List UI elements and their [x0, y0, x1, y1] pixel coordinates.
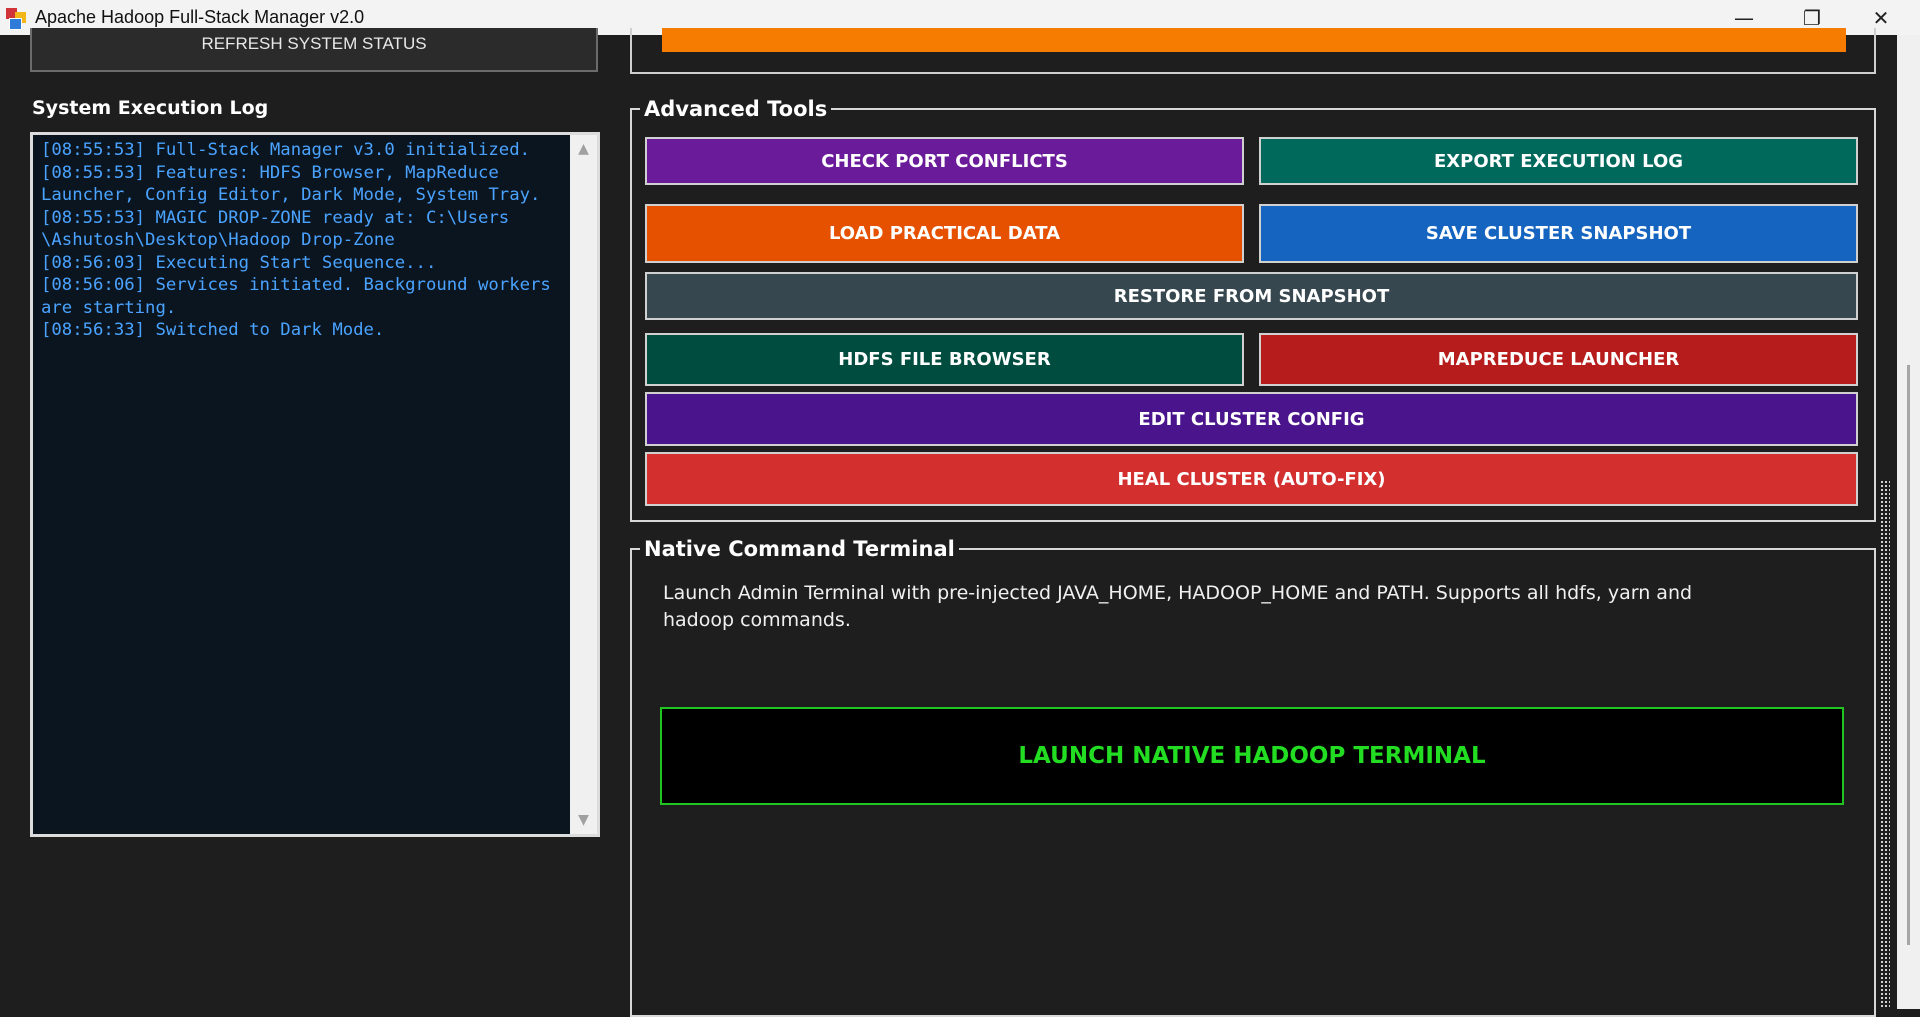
main-scrollbar[interactable] [1897, 35, 1920, 1009]
minimize-icon: — [1734, 5, 1754, 30]
log-line: \Ashutosh\Desktop\Hadoop Drop-Zone [41, 230, 395, 250]
log-heading: System Execution Log [32, 97, 269, 119]
native-command-terminal-title: Native Command Terminal [644, 537, 955, 561]
log-line: [08:56:03] Executing Start Sequence... [41, 252, 437, 273]
app-icon [6, 8, 26, 30]
restore-icon: ❐ [1803, 5, 1821, 30]
scroll-down-icon[interactable]: ▼ [570, 812, 597, 828]
orange-action-button[interactable] [662, 28, 1846, 52]
top-panel [630, 28, 1876, 74]
log-line: [08:56:33] Switched to Dark Mode. [41, 320, 385, 340]
mapreduce-launcher-button[interactable]: MAPREDUCE LAUNCHER [1259, 333, 1858, 386]
log-line: are starting. [41, 297, 177, 318]
launch-native-hadoop-terminal-button[interactable]: LAUNCH NATIVE HADOOP TERMINAL [660, 707, 1844, 805]
terminal-description: Launch Admin Terminal with pre-injected … [663, 582, 1693, 631]
log-line: [08:55:53] Features: HDFS Browser, MapRe… [41, 162, 499, 183]
main-scrollbar-thumb[interactable] [1907, 365, 1910, 945]
resize-grip[interactable] [1880, 480, 1890, 1009]
load-practical-data-button[interactable]: LOAD PRACTICAL DATA [645, 204, 1244, 263]
window-title: Apache Hadoop Full-Stack Manager v2.0 [35, 7, 365, 27]
export-execution-log-button[interactable]: EXPORT EXECUTION LOG [1259, 137, 1858, 185]
log-line: Launcher, Config Editor, Dark Mode, Syst… [41, 185, 541, 205]
log-line: [08:55:53] Full-Stack Manager v3.0 initi… [41, 140, 530, 160]
edit-cluster-config-button[interactable]: EDIT CLUSTER CONFIG [645, 392, 1858, 446]
refresh-system-status-button[interactable]: REFRESH SYSTEM STATUS [30, 28, 598, 72]
log-line: [08:56:06] Services initiated. Backgroun… [41, 275, 551, 295]
system-execution-log[interactable]: [08:55:53] Full-Stack Manager v3.0 initi… [30, 132, 600, 837]
scroll-up-icon[interactable]: ▲ [570, 141, 597, 157]
log-text: [08:55:53] Full-Stack Manager v3.0 initi… [41, 139, 581, 342]
check-port-conflicts-button[interactable]: CHECK PORT CONFLICTS [645, 137, 1244, 185]
heal-cluster-button[interactable]: HEAL CLUSTER (AUTO-FIX) [645, 452, 1858, 506]
restore-from-snapshot-button[interactable]: RESTORE FROM SNAPSHOT [645, 272, 1858, 320]
hdfs-file-browser-button[interactable]: HDFS FILE BROWSER [645, 333, 1244, 386]
advanced-tools-title: Advanced Tools [644, 97, 828, 121]
log-scrollbar[interactable]: ▲ ▼ [570, 135, 597, 834]
close-icon: ✕ [1872, 5, 1890, 30]
log-line: [08:55:53] MAGIC DROP-ZONE ready at: C:\… [41, 207, 510, 228]
save-cluster-snapshot-button[interactable]: SAVE CLUSTER SNAPSHOT [1259, 204, 1858, 263]
